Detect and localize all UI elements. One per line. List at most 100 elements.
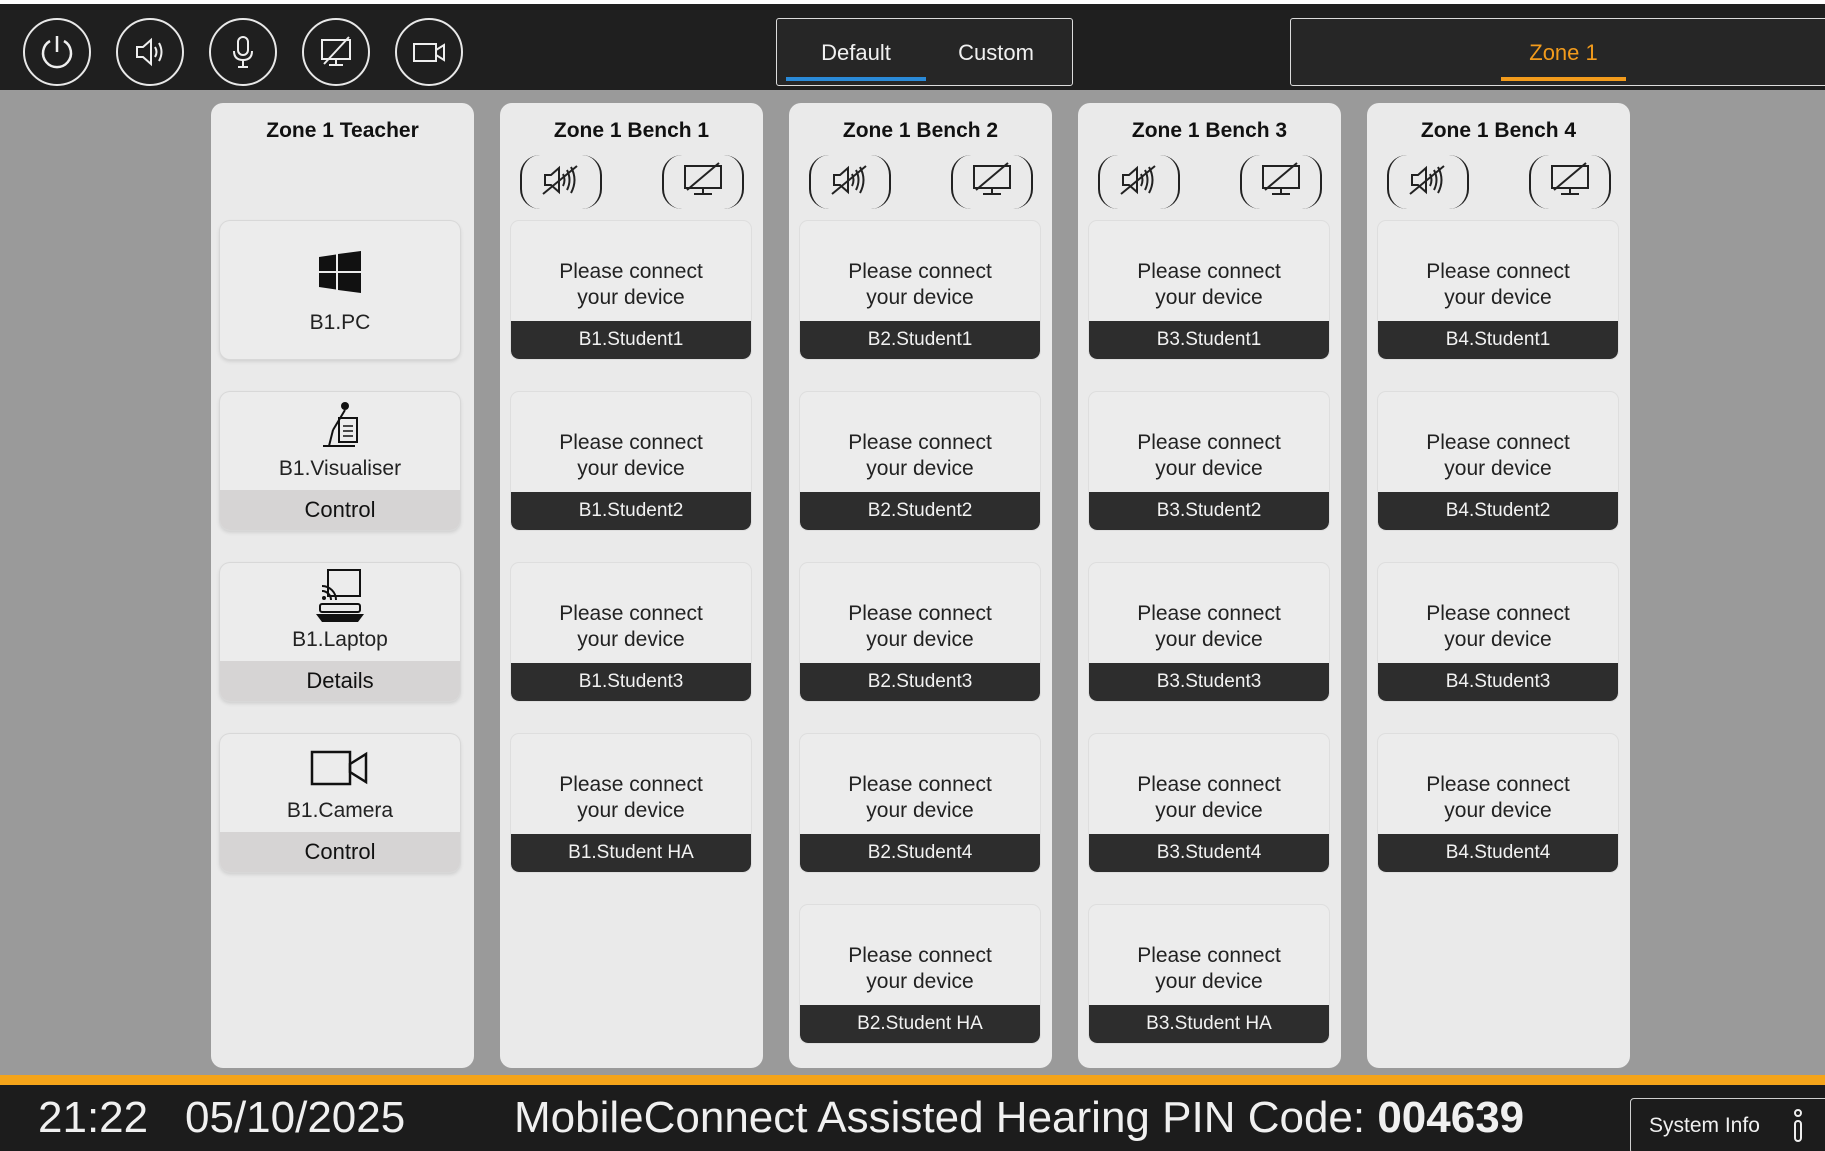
- student-tile[interactable]: Please connect your device B2.Student3: [800, 563, 1040, 701]
- connect-prompt-line1: Please connect: [1426, 431, 1570, 454]
- top-bar: Default Custom Zone 1: [0, 0, 1825, 90]
- student-name: B4.Student1: [1378, 321, 1618, 359]
- source-label: B1.Visualiser: [278, 457, 402, 480]
- student-name: B2.Student2: [800, 492, 1040, 530]
- display-off-icon: [679, 160, 727, 205]
- connect-prompt-line2: your device: [1155, 457, 1263, 480]
- pin-code-label: MobileConnect Assisted Hearing PIN Code:: [514, 1093, 1378, 1142]
- laptop-details-button[interactable]: Details: [220, 661, 460, 701]
- student-tile[interactable]: Please connect your device B2.Student4: [800, 734, 1040, 872]
- bench-mute-button[interactable]: [1098, 155, 1180, 209]
- student-tile[interactable]: Please connect your device B3.Student1: [1089, 221, 1329, 359]
- bench-title: Zone 1 Bench 2: [842, 119, 999, 142]
- source-tile-laptop[interactable]: B1.Laptop Details: [220, 563, 460, 701]
- display-button[interactable]: [302, 18, 370, 86]
- bench-mute-button[interactable]: [520, 155, 602, 209]
- connect-prompt: Please connect your device: [1378, 772, 1618, 824]
- camera-control-button[interactable]: Control: [220, 832, 460, 872]
- student-name: B3.Student4: [1089, 834, 1329, 872]
- camera-button[interactable]: [395, 18, 463, 86]
- connect-prompt: Please connect your device: [1089, 430, 1329, 482]
- student-tile[interactable]: Please connect your device B3.Student2: [1089, 392, 1329, 530]
- connect-prompt-line2: your device: [1444, 799, 1552, 822]
- bench-column: Zone 1 Bench 4 Please connect your device B…: [1367, 103, 1630, 1068]
- student-name: B4.Student3: [1378, 663, 1618, 701]
- display-off-icon: [1257, 160, 1305, 205]
- bench-display-button[interactable]: [1529, 155, 1611, 209]
- bench-title: Zone 1 Bench 1: [553, 119, 710, 142]
- connect-prompt-line1: Please connect: [1426, 260, 1570, 283]
- tab-default[interactable]: Default: [786, 19, 926, 87]
- student-name: B2.Student4: [800, 834, 1040, 872]
- visualiser-icon: [220, 400, 460, 450]
- student-tile[interactable]: Please connect your device B2.Student HA: [800, 905, 1040, 1043]
- source-label: B1.PC: [309, 311, 371, 334]
- microphone-icon: [233, 36, 253, 68]
- speaker-muted-icon: [1115, 160, 1163, 205]
- student-tile[interactable]: Please connect your device B1.Student2: [511, 392, 751, 530]
- connect-prompt-line2: your device: [577, 628, 685, 651]
- teacher-column-title: Zone 1 Teacher: [266, 119, 419, 142]
- connect-prompt-line1: Please connect: [559, 773, 703, 796]
- connect-prompt-line2: your device: [866, 457, 974, 480]
- mode-selector: Default Custom: [776, 18, 1073, 86]
- source-tile-visualiser[interactable]: B1.Visualiser Control: [220, 392, 460, 530]
- student-tile[interactable]: Please connect your device B4.Student2: [1378, 392, 1618, 530]
- student-tile[interactable]: Please connect your device B1.Student HA: [511, 734, 751, 872]
- connect-prompt: Please connect your device: [1089, 601, 1329, 653]
- tab-custom[interactable]: Custom: [926, 19, 1066, 87]
- student-name: B4.Student2: [1378, 492, 1618, 530]
- zone-selector: Zone 1: [1290, 18, 1825, 86]
- bench-display-button[interactable]: [662, 155, 744, 209]
- student-tile[interactable]: Please connect your device B3.Student HA: [1089, 905, 1329, 1043]
- source-tile-pc[interactable]: B1.PC: [220, 221, 460, 359]
- bench-mute-button[interactable]: [1387, 155, 1469, 209]
- student-name: B2.Student HA: [800, 1005, 1040, 1043]
- bench-mute-button[interactable]: [809, 155, 891, 209]
- system-info-button[interactable]: System Info: [1630, 1098, 1825, 1151]
- connect-prompt-line2: your device: [866, 799, 974, 822]
- camera-icon: [413, 43, 445, 62]
- connect-prompt-line2: your device: [1155, 799, 1263, 822]
- visualiser-control-button[interactable]: Control: [220, 490, 460, 530]
- tab-zone-1[interactable]: Zone 1: [1501, 19, 1626, 87]
- student-tile[interactable]: Please connect your device B2.Student2: [800, 392, 1040, 530]
- bench-display-button[interactable]: [951, 155, 1033, 209]
- connect-prompt-line2: your device: [1444, 286, 1552, 309]
- source-label: B1.Laptop: [292, 628, 388, 651]
- student-tile[interactable]: Please connect your device B1.Student1: [511, 221, 751, 359]
- connect-prompt: Please connect your device: [511, 430, 751, 482]
- connect-prompt: Please connect your device: [800, 772, 1040, 824]
- connect-prompt-line1: Please connect: [1137, 602, 1281, 625]
- connect-prompt: Please connect your device: [511, 601, 751, 653]
- connect-prompt-line1: Please connect: [1137, 773, 1281, 796]
- speaker-muted-icon: [1404, 160, 1452, 205]
- speaker-muted-icon: [537, 160, 585, 205]
- connect-prompt: Please connect your device: [1378, 430, 1618, 482]
- connect-prompt-line1: Please connect: [559, 431, 703, 454]
- connect-prompt-line2: your device: [1444, 457, 1552, 480]
- connect-prompt-line1: Please connect: [1137, 431, 1281, 454]
- source-label: B1.Camera: [286, 799, 394, 822]
- connect-prompt-line2: your device: [1155, 970, 1263, 993]
- source-tile-camera[interactable]: B1.Camera Control: [220, 734, 460, 872]
- student-tile[interactable]: Please connect your device B4.Student1: [1378, 221, 1618, 359]
- power-icon: [41, 36, 73, 69]
- bench-column: Zone 1 Bench 1 Please connect your device B…: [500, 103, 763, 1068]
- student-tile[interactable]: Please connect your device B3.Student4: [1089, 734, 1329, 872]
- connect-prompt-line1: Please connect: [1137, 944, 1281, 967]
- connect-prompt-line1: Please connect: [848, 773, 992, 796]
- student-tile[interactable]: Please connect your device B4.Student4: [1378, 734, 1618, 872]
- student-tile[interactable]: Please connect your device B2.Student1: [800, 221, 1040, 359]
- connect-prompt-line1: Please connect: [559, 602, 703, 625]
- student-tile[interactable]: Please connect your device B3.Student3: [1089, 563, 1329, 701]
- speaker-icon: [136, 37, 163, 67]
- power-button[interactable]: [23, 18, 91, 86]
- student-name: B2.Student1: [800, 321, 1040, 359]
- display-off-icon: [968, 160, 1016, 205]
- microphone-button[interactable]: [209, 18, 277, 86]
- student-tile[interactable]: Please connect your device B1.Student3: [511, 563, 751, 701]
- volume-button[interactable]: [116, 18, 184, 86]
- bench-display-button[interactable]: [1240, 155, 1322, 209]
- student-tile[interactable]: Please connect your device B4.Student3: [1378, 563, 1618, 701]
